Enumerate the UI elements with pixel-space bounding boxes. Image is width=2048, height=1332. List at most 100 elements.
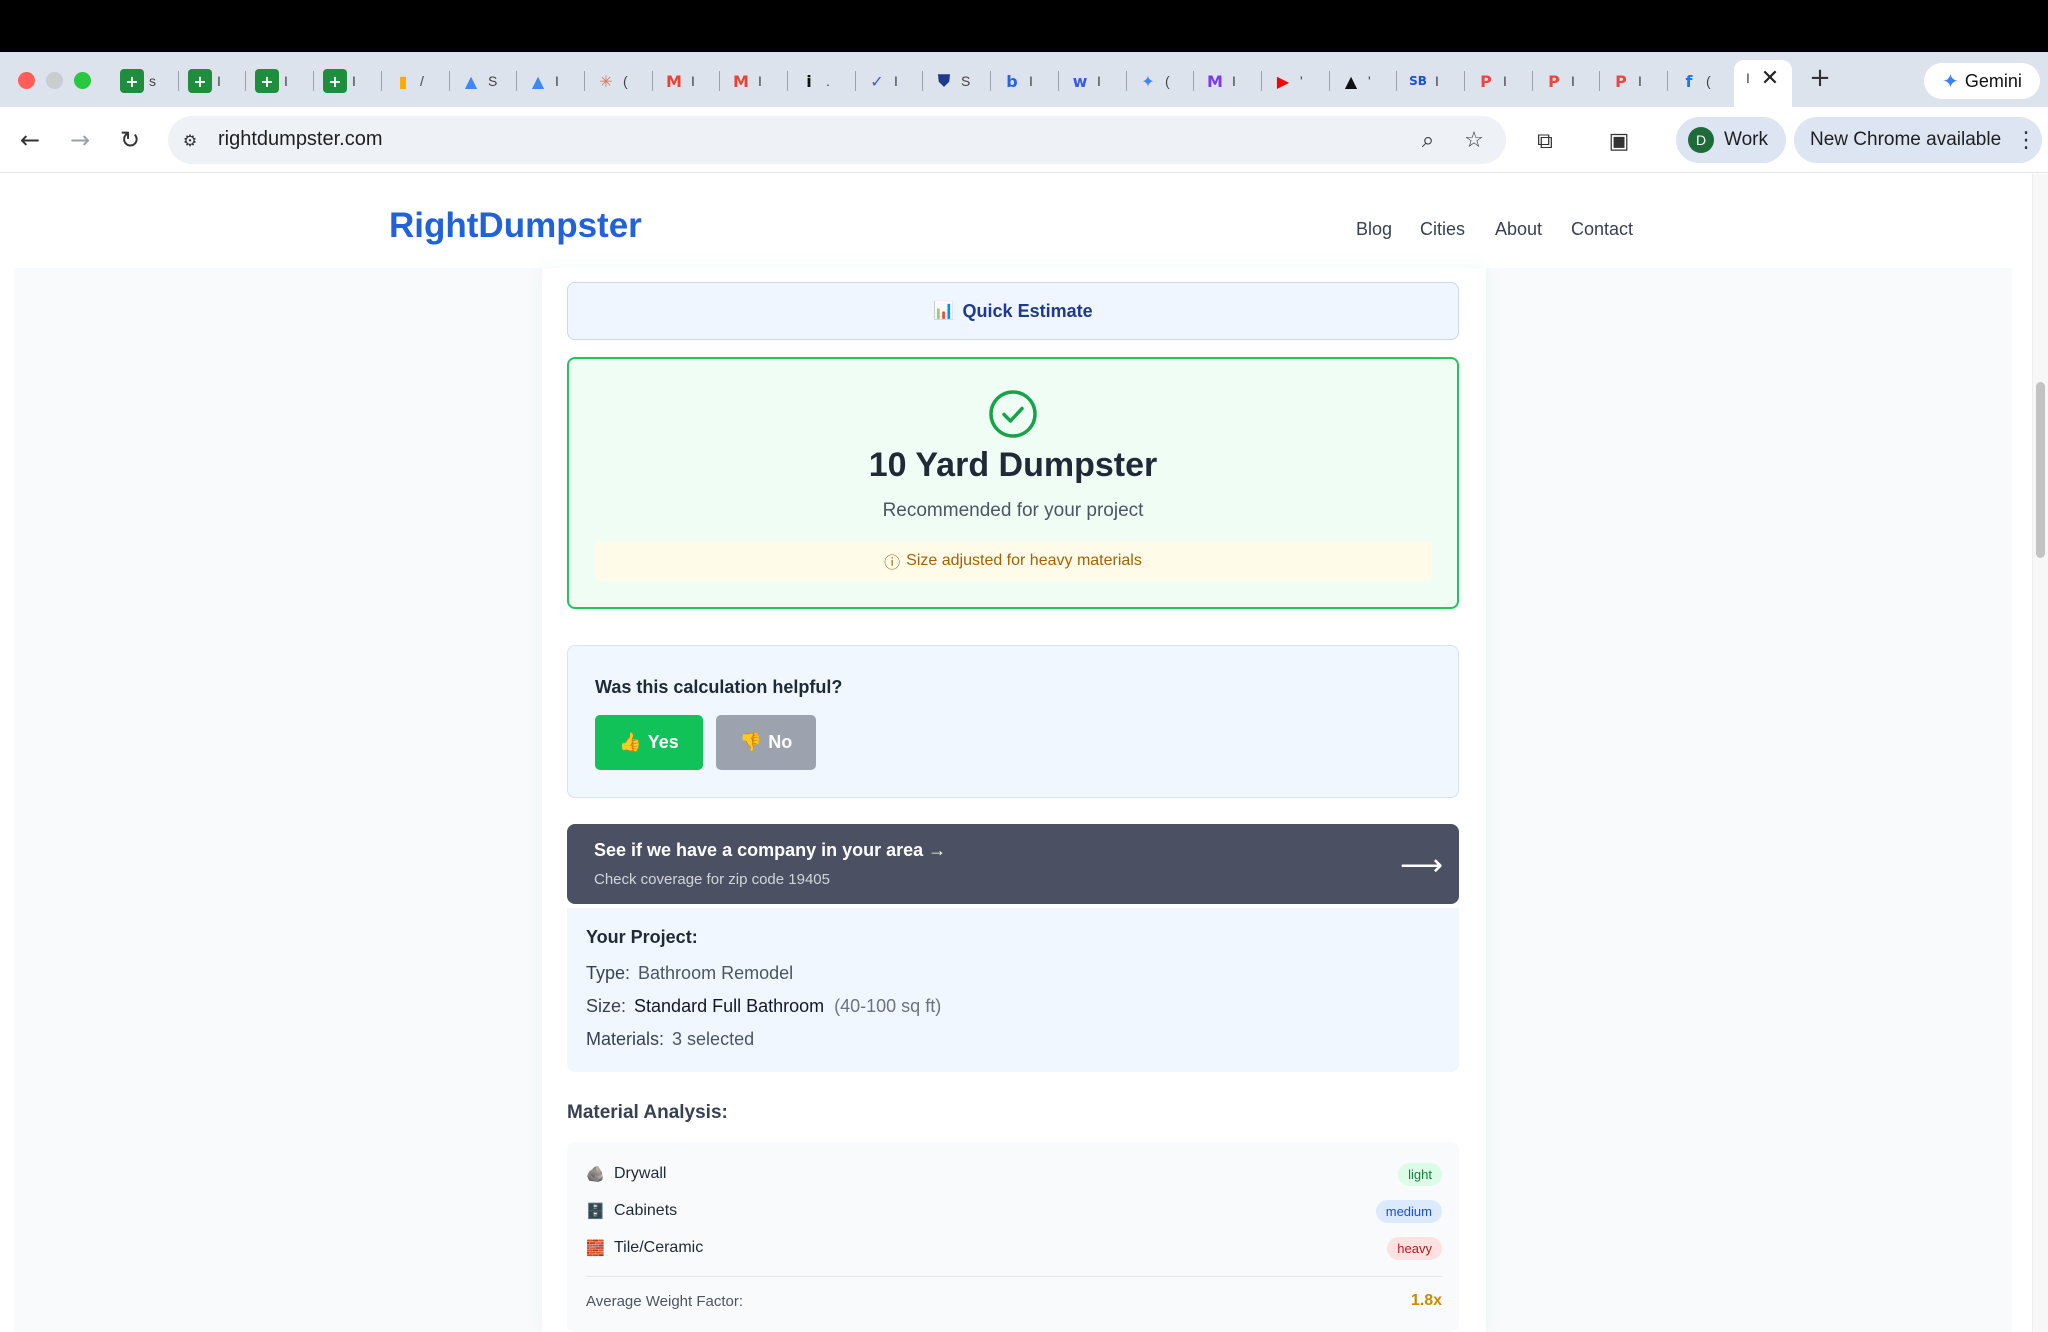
ads-icon: ▲ — [531, 71, 545, 91]
gemini-button[interactable]: ✦ Gemini — [1924, 63, 2040, 99]
tab-item[interactable]: PI — [1466, 63, 1532, 99]
tab-title: s — [149, 73, 156, 89]
medium-icon: M — [1207, 71, 1223, 91]
tab-title: I — [691, 73, 695, 89]
quick-estimate-button[interactable]: 📊 Quick Estimate — [567, 282, 1459, 340]
tab-separator — [1058, 71, 1059, 91]
coverage-cta-button[interactable] — [567, 824, 1459, 904]
profile-label: Work — [1724, 129, 1768, 150]
project-heading: Your Project: — [586, 927, 698, 947]
yes-label: Yes — [647, 732, 679, 752]
nav-blog[interactable]: Blog — [1356, 219, 1392, 240]
tab-title: I — [1638, 73, 1642, 89]
feedback-no-button[interactable]: 👎 No — [716, 715, 816, 770]
update-chrome-button[interactable]: New Chrome available ⋮ — [1794, 117, 2042, 163]
weight-badge: light — [1398, 1162, 1442, 1186]
type-value: Bathroom Remodel — [638, 963, 794, 983]
maximize-window-button[interactable] — [74, 72, 91, 89]
tab-search-icon[interactable]: ▣ — [1604, 126, 1634, 156]
material-analysis-heading: Material Analysis: — [567, 1102, 728, 1123]
tab-item[interactable]: ⛊ S — [924, 63, 990, 99]
zoom-icon[interactable]: ⌕ — [1414, 126, 1442, 154]
ads-icon: ▲ — [464, 71, 478, 91]
tab-item[interactable]: wI — [1060, 63, 1126, 99]
tab-item[interactable]: MI — [721, 63, 787, 99]
tab-item[interactable]: ✳( — [586, 63, 652, 99]
forward-button[interactable]: → — [64, 124, 96, 156]
back-button[interactable]: ← — [14, 124, 46, 156]
tab-title: S — [961, 73, 971, 89]
minimize-window-button[interactable] — [46, 72, 63, 89]
tab-title: I — [894, 73, 898, 89]
size-value: Standard Full Bathroom — [634, 996, 825, 1016]
vercel-icon: ▲ — [1344, 71, 1358, 91]
tab-item[interactable]: i. — [789, 63, 855, 99]
nav-cities[interactable]: Cities — [1420, 219, 1465, 240]
nav-about[interactable]: About — [1495, 219, 1542, 240]
claude-icon: ✳ — [599, 71, 613, 91]
list-item: 🪨 Drywall light — [586, 1160, 1442, 1188]
tab-item[interactable]: SB I — [1398, 63, 1464, 99]
tab-title: I — [1435, 73, 1439, 89]
gemini-label: Gemini — [1964, 70, 2022, 91]
cabinet-icon: 🗄️ — [586, 1203, 605, 1220]
avatar: D — [1688, 127, 1714, 153]
page-background-left — [14, 268, 542, 1332]
new-tab-button[interactable]: + — [1806, 63, 1834, 93]
arrow-right-icon[interactable]: ⟶ — [1400, 848, 1443, 883]
url-text[interactable]: rightdumpster.com — [218, 128, 383, 151]
coverage-title[interactable]: See if we have a company in your area → — [594, 840, 946, 861]
info-icon: i — [806, 71, 812, 91]
tab-item[interactable]: bI — [992, 63, 1058, 99]
tab-title: I — [1746, 70, 1750, 86]
page-scrollbar[interactable] — [2032, 174, 2048, 1332]
tab-item[interactable]: MI — [654, 63, 720, 99]
tab-item[interactable]: ▲ ' — [1331, 63, 1397, 99]
tab-item[interactable]: ▲ I — [518, 63, 584, 99]
tab-item[interactable]: + I — [247, 63, 313, 99]
site-header — [0, 174, 2032, 268]
tab-item[interactable]: + I — [315, 63, 381, 99]
info-circle-icon: ⓘ — [884, 553, 901, 572]
reload-button[interactable]: ↻ — [114, 124, 146, 156]
tab-item[interactable]: ▮ / — [383, 63, 449, 99]
tab-item[interactable]: PI — [1601, 63, 1667, 99]
facebook-icon: f — [1685, 71, 1693, 91]
profile-button[interactable]: D Work — [1676, 117, 1786, 163]
tab-item[interactable]: ▶ ' — [1263, 63, 1329, 99]
tab-item[interactable]: MI — [1195, 63, 1261, 99]
more-menu-icon[interactable]: ⋮ — [2015, 128, 2037, 153]
list-item: 🗄️ Cabinets medium — [586, 1197, 1442, 1225]
rock-icon: 🪨 — [586, 1166, 605, 1183]
feedback-yes-button[interactable]: 👍 Yes — [595, 715, 703, 770]
tab-item[interactable]: ▲ S — [451, 63, 517, 99]
site-settings-icon[interactable]: ⚙ — [178, 128, 202, 152]
bookmark-star-icon[interactable]: ☆ — [1460, 126, 1488, 154]
project-type-row: Type: Bathroom Remodel — [586, 963, 793, 984]
nav-contact[interactable]: Contact — [1571, 219, 1633, 240]
size-label: Size: — [586, 996, 627, 1016]
bar-chart-icon: 📊 — [933, 301, 955, 320]
site-logo[interactable]: RightDumpster — [389, 206, 642, 246]
recommended-size: 10 Yard Dumpster — [868, 446, 1158, 484]
tab-separator — [652, 71, 653, 91]
gemini-icon: ✦ — [1942, 70, 1959, 93]
extensions-icon[interactable]: ⧉ — [1530, 126, 1560, 156]
gmail-icon: M — [666, 71, 682, 91]
tab-item[interactable]: ✦( — [1128, 63, 1194, 99]
tab-item[interactable]: f( — [1669, 63, 1735, 99]
tab-separator — [1667, 71, 1668, 91]
thumbs-up-icon: 👍 — [619, 732, 642, 752]
tab-item[interactable]: + s — [112, 63, 178, 99]
tab-separator — [787, 71, 788, 91]
update-label: New Chrome available — [1810, 129, 2002, 150]
material-name: Drywall — [614, 1165, 667, 1182]
scrollbar-thumb[interactable] — [2036, 382, 2045, 558]
tab-item[interactable]: ✓ I — [857, 63, 923, 99]
close-window-button[interactable] — [18, 72, 35, 89]
tab-item[interactable]: + I — [180, 63, 246, 99]
tab-title: I — [758, 73, 762, 89]
tab-separator — [245, 71, 246, 91]
tab-item[interactable]: PI — [1534, 63, 1600, 99]
close-tab-icon[interactable]: ✕ — [1758, 65, 1782, 90]
